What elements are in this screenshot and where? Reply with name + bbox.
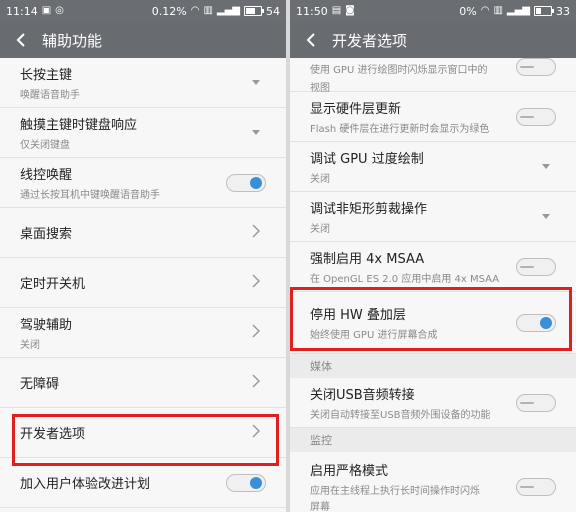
item-subtitle-continued: 屏幕 [310,502,330,512]
item-subtitle: 通过长按耳机中键唤醒语音助手 [20,190,160,201]
section-header-monitoring: 监控 [290,428,576,452]
item-title: 强制启用 4x MSAA [310,252,425,267]
sim-icon: ▥ [203,5,213,16]
title-bar: 开发者选项 [290,22,576,58]
chevron-right-icon [246,224,266,241]
signal-icon: ▂▄▆ [506,5,530,16]
back-arrow-icon[interactable] [302,31,320,49]
battery-icon [534,6,554,16]
network-speed: 0.12% [151,4,187,18]
status-bar: 11:50 ▤ ◙ 0% ◠ ▥ ▂▄▆ 33 [290,0,576,22]
item-title: 线控唤醒 [20,168,73,183]
item-subtitle: 始终使用 GPU 进行屏幕合成 [310,330,438,341]
wifi-icon: ◠ [480,5,490,16]
status-bar: 11:14 ▣ ◎ 0.12% ◠ ▥ ▂▄▆ 54 [0,0,286,22]
item-subtitle: Flash 硬件层在进行更新时会显示为绿色 [310,124,490,135]
left-screen: 11:14 ▣ ◎ 0.12% ◠ ▥ ▂▄▆ 54 辅助功能 长按主键唤醒语音… [0,0,286,512]
force-msaa-toggle[interactable] [516,257,556,276]
item-title: 启用严格模式 [310,464,389,479]
download-notification-icon: ▤ [331,5,342,16]
back-arrow-icon[interactable] [12,31,30,49]
battery-icon [244,6,264,16]
setting-desktop-search[interactable]: 桌面搜索 [0,208,286,258]
item-subtitle: 关闭 [310,224,330,235]
chevron-right-icon [246,424,266,441]
item-title: 停用 HW 叠加层 [310,308,406,323]
setting-developer-options[interactable]: 开发者选项 [0,408,286,458]
settings-list: 长按主键唤醒语音助手 触摸主键时键盘响应仅关闭键盘 线控唤醒通过长按耳机中键唤醒… [0,58,286,508]
page-title: 辅助功能 [42,31,103,50]
item-subtitle: 使用 GPU 进行绘图时闪烁显示窗口中的 [310,65,488,76]
disable-hw-overlays-toggle[interactable] [516,313,556,332]
wifi-icon: ◠ [190,5,200,16]
item-subtitle: 唤醒语音助手 [20,90,80,101]
setting-usb-audio-routing: 关闭USB音频转接关闭自动转接至USB音频外围设备的功能 [290,378,576,428]
item-title: 长按主键 [20,68,73,83]
setting-gpu-view-updates: 使用 GPU 进行绘图时闪烁显示窗口中的 视图 [290,58,576,94]
setting-long-press-home[interactable]: 长按主键唤醒语音助手 [0,58,286,108]
right-screen: 11:50 ▤ ◙ 0% ◠ ▥ ▂▄▆ 33 开发者选项 使用 GPU 进行绘… [290,0,576,512]
setting-touch-home-keyboard[interactable]: 触摸主键时键盘响应仅关闭键盘 [0,108,286,158]
signal-icon: ▂▄▆ [216,5,240,16]
item-title: 定时开关机 [20,277,86,292]
image-notification-icon: ▣ [41,5,52,16]
setting-scheduled-power[interactable]: 定时开关机 [0,258,286,308]
setting-hw-layer-updates: 显示硬件层更新 Flash 硬件层在进行更新时会显示为绿色 [290,92,576,142]
item-title: 驾驶辅助 [20,318,73,333]
usb-audio-routing-toggle[interactable] [516,393,556,412]
item-title: 加入用户体验改进计划 [20,477,151,492]
dropdown-icon [542,164,550,169]
item-title: 显示硬件层更新 [310,102,402,117]
item-subtitle: 在 OpenGL ES 2.0 应用中启用 4x MSAA [310,274,500,285]
hw-layer-updates-toggle[interactable] [516,107,556,126]
chevron-right-icon [246,374,266,391]
setting-strict-mode: 启用严格模式应用在主线程上执行长时间操作时闪烁 屏幕 [290,452,576,512]
item-subtitle: 关闭 [310,174,330,185]
dropdown-icon [252,130,260,135]
item-subtitle: 关闭 [20,340,40,351]
item-title: 触摸主键时键盘响应 [20,118,138,133]
item-subtitle: 关闭自动转接至USB音频外围设备的功能 [310,410,491,421]
item-title: 开发者选项 [20,427,86,442]
title-bar: 辅助功能 [0,22,286,58]
setting-force-msaa: 强制启用 4x MSAA 在 OpenGL ES 2.0 应用中启用 4x MSA… [290,242,576,292]
chevron-right-icon [246,324,266,341]
setting-disable-hw-overlays: 停用 HW 叠加层始终使用 GPU 进行屏幕合成 [290,292,576,354]
item-title: 关闭USB音频转接 [310,388,415,403]
check-notification-icon: ◎ [55,5,64,16]
setting-driving-assist[interactable]: 驾驶辅助 关闭 [0,308,286,358]
item-title: 桌面搜索 [20,227,73,242]
setting-wire-wake: 线控唤醒通过长按耳机中键唤醒语音助手 [0,158,286,208]
user-experience-toggle[interactable] [226,473,266,492]
item-title: 无障碍 [20,377,60,392]
setting-gpu-overdraw[interactable]: 调试 GPU 过度绘制关闭 [290,142,576,192]
item-subtitle: 应用在主线程上执行长时间操作时闪烁 [310,486,480,497]
wire-wake-toggle[interactable] [226,173,266,192]
developer-options-list: 使用 GPU 进行绘图时闪烁显示窗口中的 视图 显示硬件层更新 Flash 硬件层在… [290,58,576,512]
status-time: 11:14 [6,4,38,18]
item-subtitle: 仅关闭键盘 [20,140,70,151]
setting-non-rect-clip[interactable]: 调试非矩形剪裁操作关闭 [290,192,576,242]
status-time: 11:50 [296,4,328,18]
item-title: 调试 GPU 过度绘制 [310,152,424,167]
strict-mode-toggle[interactable] [516,477,556,496]
item-title: 调试非矩形剪裁操作 [310,202,428,217]
network-speed: 0% [459,4,477,18]
battery-level: 33 [556,4,570,18]
page-title: 开发者选项 [332,31,408,50]
dropdown-icon [252,80,260,85]
chevron-right-icon [246,274,266,291]
setting-accessibility[interactable]: 无障碍 [0,358,286,408]
contact-notification-icon: ◙ [345,5,355,16]
gpu-view-updates-toggle[interactable] [516,58,556,76]
sim-icon: ▥ [493,5,503,16]
battery-level: 54 [266,4,280,18]
section-header-media: 媒体 [290,354,576,378]
dropdown-icon [542,214,550,219]
setting-user-experience: 加入用户体验改进计划 [0,458,286,508]
